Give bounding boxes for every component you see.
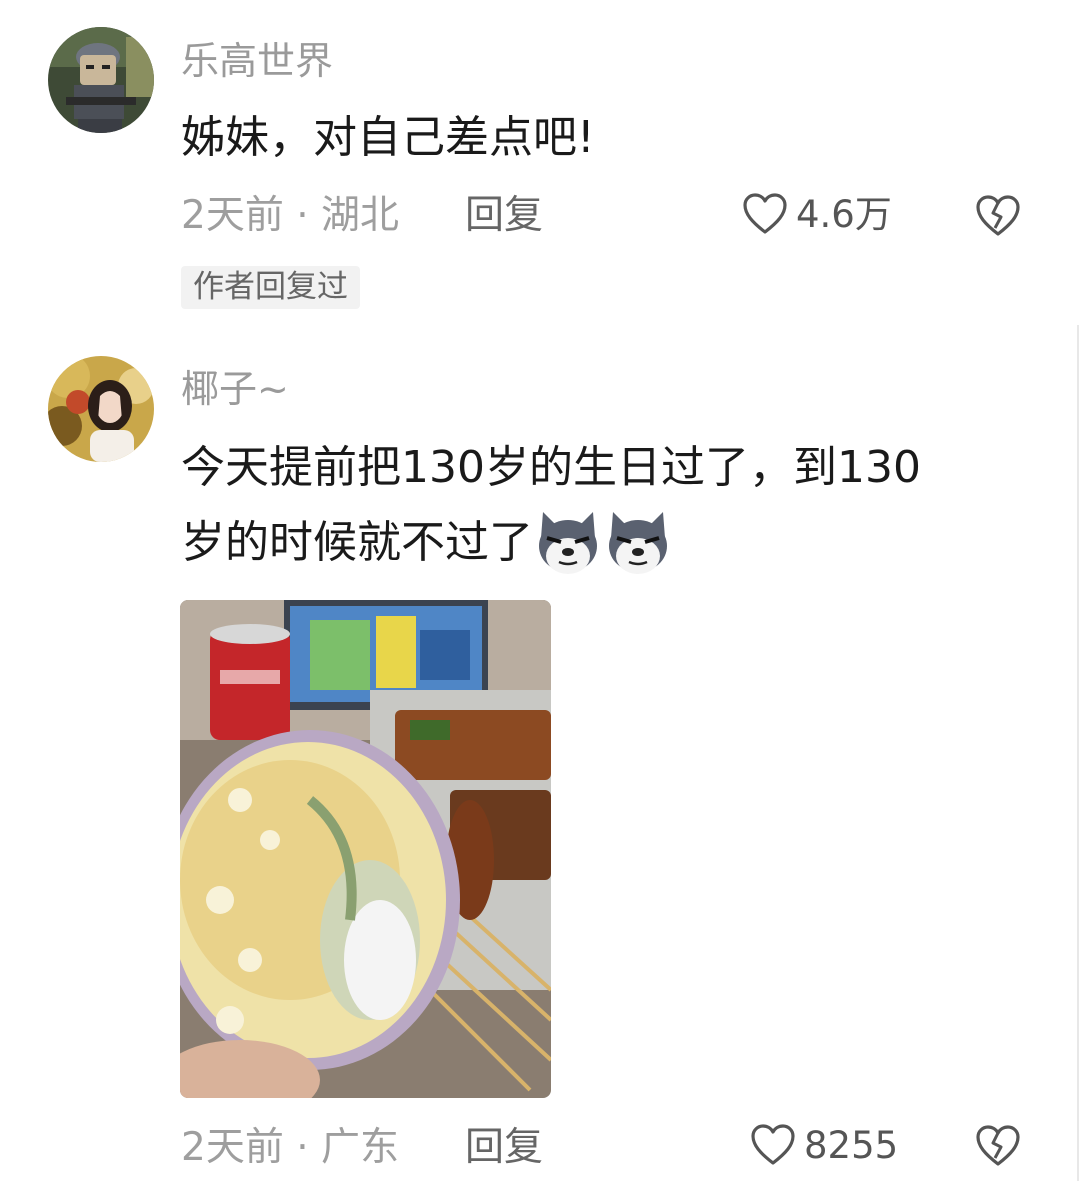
like-button[interactable]: 4.6万	[742, 193, 892, 235]
comment-item: 乐高世界 姊妹，对自己差点吧! 2天前 · 湖北 回复 4.6万 作者回复过	[0, 0, 1080, 320]
dislike-button[interactable]	[974, 194, 1022, 242]
dog-smirk-emoji	[609, 512, 667, 574]
time-location: 2天前 · 广东	[181, 1125, 400, 1170]
reply-button[interactable]: 回复	[465, 196, 543, 235]
dog-smirk-emoji	[539, 512, 597, 574]
divider	[1077, 325, 1079, 1181]
username[interactable]: 椰子~	[181, 370, 289, 408]
cake-and-skewers-photo	[180, 600, 551, 1098]
comment-text: 岁的时候就不过了	[181, 517, 533, 568]
author-replied-tag: 作者回复过	[181, 266, 360, 309]
comment-photo[interactable]	[180, 600, 551, 1098]
broken-heart-icon	[976, 1125, 1020, 1166]
like-button[interactable]: 8255	[750, 1124, 898, 1166]
lego-soldier-avatar	[48, 27, 154, 133]
comment-text-line-2: 岁的时候就不过了	[181, 512, 673, 574]
time-location: 2天前 · 湖北	[181, 193, 400, 238]
heart-outline-icon	[751, 1124, 795, 1165]
like-count: 8255	[804, 1123, 899, 1167]
reply-button[interactable]: 回复	[465, 1128, 543, 1167]
avatar[interactable]	[48, 356, 154, 462]
comment-item: 椰子~ 今天提前把130岁的生日过了，到130 岁的时候就不过了 2天前 · 广…	[0, 330, 1080, 1181]
heart-outline-icon	[743, 193, 787, 234]
broken-heart-icon	[976, 195, 1020, 236]
avatar[interactable]	[48, 27, 154, 133]
comment-text-line-1: 今天提前把130岁的生日过了，到130	[181, 442, 921, 493]
username[interactable]: 乐高世界	[181, 42, 333, 80]
comment-text: 姊妹，对自己差点吧!	[181, 112, 595, 163]
girl-portrait-avatar	[48, 356, 154, 462]
dislike-button[interactable]	[974, 1124, 1022, 1172]
like-count: 4.6万	[796, 192, 892, 236]
